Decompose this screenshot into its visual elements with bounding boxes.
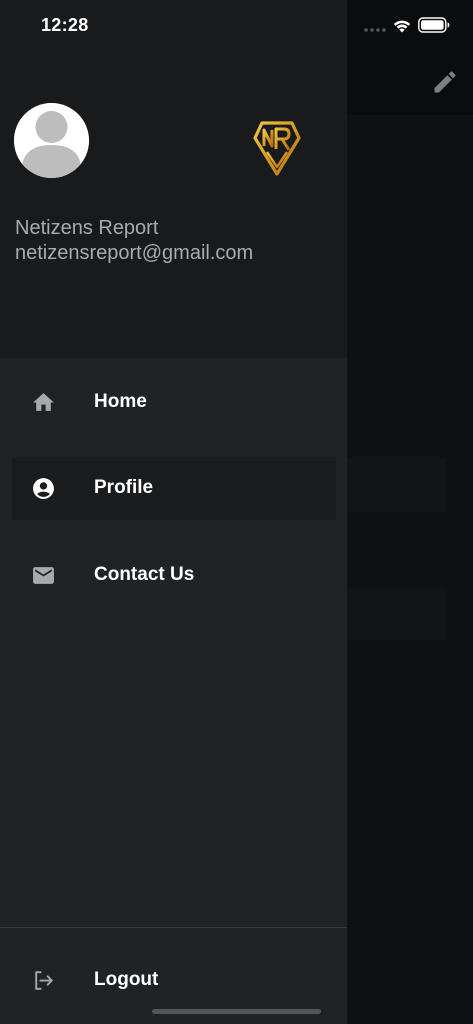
drawer-item-contact-us[interactable]: Contact Us xyxy=(12,544,336,607)
navigation-drawer: Netizens Report netizensreport@gmail.com… xyxy=(0,0,347,1024)
drawer-header: Netizens Report netizensreport@gmail.com xyxy=(0,0,347,358)
wifi-icon xyxy=(393,20,411,33)
drawer-item-label: Home xyxy=(94,391,147,412)
drawer-divider xyxy=(0,927,347,928)
status-time: 12:28 xyxy=(41,15,89,35)
account-email: netizensreport@gmail.com xyxy=(15,242,254,264)
drawer-item-label: Contact Us xyxy=(94,564,195,585)
logout-button[interactable]: Logout xyxy=(12,949,336,1012)
mail-icon xyxy=(33,567,54,584)
drawer-item-profile[interactable]: Profile xyxy=(12,457,336,520)
default-avatar-icon xyxy=(14,103,89,178)
screen: 12:28 Netizens Report netizensreport@gma… xyxy=(0,0,473,1024)
background-card xyxy=(347,458,445,512)
pencil-icon[interactable] xyxy=(431,68,459,96)
battery-icon xyxy=(418,17,450,33)
drawer-item-label: Profile xyxy=(94,477,154,498)
drawer-item-home[interactable]: Home xyxy=(12,371,336,434)
nr-shield-logo-icon xyxy=(253,121,301,176)
account-circle-icon xyxy=(33,478,54,499)
status-bar: 12:28 xyxy=(0,0,473,52)
home-indicator[interactable] xyxy=(152,1009,321,1014)
signal-dots-icon xyxy=(364,28,386,32)
account-name: Netizens Report xyxy=(15,217,159,239)
logo xyxy=(253,120,301,176)
logout-icon xyxy=(35,971,53,990)
logout-label: Logout xyxy=(94,969,159,990)
home-icon xyxy=(33,393,54,411)
avatar[interactable] xyxy=(14,103,89,178)
background-card xyxy=(347,588,445,640)
